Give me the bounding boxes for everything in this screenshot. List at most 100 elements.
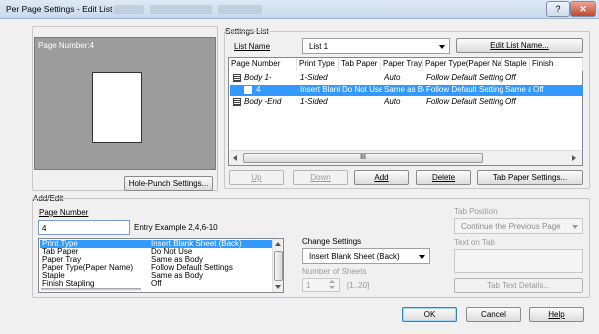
change-settings-dropdown[interactable]: Insert Blank Sheet (Back)	[302, 248, 430, 264]
prop-value: Same as Body	[151, 256, 204, 264]
page-number-label: Page Number	[39, 208, 89, 217]
delete-button[interactable]: Delete	[416, 170, 471, 185]
list-name-value: List 1	[309, 42, 329, 51]
prop-value: Insert Blank Sheet (Back)	[151, 240, 242, 248]
list-name-dropdown[interactable]: List 1	[302, 38, 450, 54]
up-label: Up	[251, 173, 262, 182]
entry-example-text: Entry Example 2,4,6-10	[134, 223, 218, 232]
cell: Off	[505, 97, 516, 106]
cell: 4	[256, 85, 261, 94]
text-on-tab-field[interactable]	[454, 249, 583, 273]
column-header[interactable]: Finish	[530, 58, 583, 71]
prop-name: Staple	[42, 272, 65, 280]
prop-name: Paper Tray	[42, 256, 82, 264]
sheets-range-text: [1..20]	[347, 281, 370, 290]
settings-list-table[interactable]: Page Number Print Type Tab Paper Paper T…	[228, 57, 583, 166]
table-row-selected[interactable]: 4 Insert Blank Do Not Use Same as Bo Fol…	[230, 85, 583, 96]
list-item[interactable]: Paper Tray Same as Body	[40, 256, 272, 264]
cell: 1-Sided	[300, 97, 328, 106]
tab-paper-settings-button[interactable]: Tab Paper Settings...	[477, 170, 583, 185]
add-label: Add	[374, 173, 389, 182]
prop-name: Finish Stapling	[42, 280, 95, 288]
table-row[interactable]: Body 1- 1-Sided Auto Follow Default Sett…	[230, 73, 583, 84]
grip-icon: III	[360, 154, 366, 161]
stepper-up-icon[interactable]	[329, 280, 335, 283]
help-icon: ?	[555, 4, 561, 14]
cell: Follow Default Settings	[426, 73, 503, 82]
delete-label: Delete	[431, 173, 456, 182]
list-item[interactable]: Staple Same as Body	[40, 272, 272, 280]
ok-label: OK	[423, 310, 436, 319]
blurred-tab	[150, 5, 212, 14]
column-header[interactable]: Staple	[502, 58, 530, 71]
tab-text-label: Tab Text Details...	[487, 281, 550, 290]
list-item[interactable]: Paper Type(Paper Name) Follow Default Se…	[40, 264, 272, 272]
cell: Follow Default Settings	[426, 85, 503, 94]
blurred-tab	[114, 5, 144, 14]
prop-name: Print Type	[42, 240, 78, 248]
cell: Body 1-	[244, 73, 272, 82]
chevron-down-icon	[419, 255, 425, 259]
cell: Off	[533, 85, 544, 94]
cell: Do Not Use	[342, 85, 382, 94]
cell: Body -End	[244, 97, 282, 106]
tab-position-dropdown[interactable]: Continue the Previous Page	[454, 218, 583, 234]
scrollbar-thumb[interactable]: III	[243, 153, 483, 163]
number-of-sheets-stepper[interactable]: 1	[302, 278, 340, 292]
hole-punch-settings-button[interactable]: Hole-Punch Settings...	[124, 176, 213, 191]
list-item[interactable]: Finish Stapling Off	[40, 280, 272, 288]
help-title-button[interactable]: ?	[546, 1, 570, 17]
prop-value: Do Not Use	[151, 248, 193, 256]
page-number-value: 4	[42, 224, 47, 233]
list-name-label: List Name	[234, 42, 271, 51]
cancel-button[interactable]: Cancel	[466, 307, 521, 322]
prop-name: Paper Type(Paper Name)	[42, 264, 134, 272]
list-item[interactable]: Tab Paper Do Not Use	[40, 248, 272, 256]
close-button[interactable]: ✕	[570, 1, 596, 17]
page-properties-list[interactable]: Print Type Insert Blank Sheet (Back) Tab…	[38, 238, 284, 293]
scroll-up-icon[interactable]	[275, 242, 281, 246]
title-bar: Per Page Settings - Edit List ? ✕	[0, 0, 599, 19]
edit-list-name-label: Edit List Name...	[490, 41, 549, 50]
down-label: Down	[310, 173, 331, 182]
column-header[interactable]: Page Number	[229, 58, 297, 71]
ok-button[interactable]: OK	[402, 307, 457, 322]
column-header[interactable]: Print Type	[297, 58, 339, 71]
cell: Auto	[384, 97, 401, 106]
prop-name: Tab Paper	[42, 248, 79, 256]
prop-value: Same as Body	[151, 272, 204, 280]
column-header[interactable]: Tab Paper	[339, 58, 381, 71]
scroll-left-icon[interactable]	[233, 155, 237, 161]
clipped-row-hint	[41, 288, 141, 291]
down-button[interactable]: Down	[293, 170, 348, 185]
horizontal-scrollbar[interactable]: III	[229, 150, 582, 165]
hole-punch-label: Hole-Punch Settings...	[128, 179, 209, 188]
up-button[interactable]: Up	[229, 170, 284, 185]
page-number-input[interactable]: 4	[38, 220, 130, 235]
prop-value: Follow Default Settings	[151, 264, 233, 272]
tab-paper-label: Tab Paper Settings...	[492, 173, 568, 182]
scroll-right-icon[interactable]	[572, 155, 576, 161]
list-item-selected[interactable]: Print Type Insert Blank Sheet (Back)	[40, 240, 272, 248]
cancel-label: Cancel	[481, 310, 506, 319]
edit-list-name-button[interactable]: Edit List Name...	[456, 38, 583, 53]
page-preview: Page Number:4	[34, 37, 216, 170]
stepper-down-icon[interactable]	[329, 286, 335, 289]
tab-position-value: Continue the Previous Page	[461, 222, 561, 231]
table-row[interactable]: Body -End 1-Sided Auto Follow Default Se…	[230, 97, 583, 108]
close-icon: ✕	[579, 4, 587, 14]
help-button[interactable]: Help	[529, 307, 584, 322]
tab-text-details-button[interactable]: Tab Text Details...	[454, 278, 583, 293]
chevron-down-icon	[439, 45, 445, 49]
tab-position-label: Tab Position	[454, 207, 498, 216]
vertical-scrollbar[interactable]	[272, 239, 283, 292]
column-header[interactable]: Paper Type(Paper Name)	[423, 58, 502, 71]
cell: Insert Blank	[300, 85, 340, 94]
scroll-down-icon[interactable]	[275, 285, 281, 289]
prop-value: Off	[151, 280, 162, 288]
column-header[interactable]: Paper Tray	[381, 58, 423, 71]
scrollbar-thumb[interactable]	[274, 251, 283, 281]
add-button[interactable]: Add	[354, 170, 409, 185]
preview-page-label: Page Number:4	[38, 41, 95, 50]
number-of-sheets-label: Number of Sheets	[302, 267, 367, 276]
